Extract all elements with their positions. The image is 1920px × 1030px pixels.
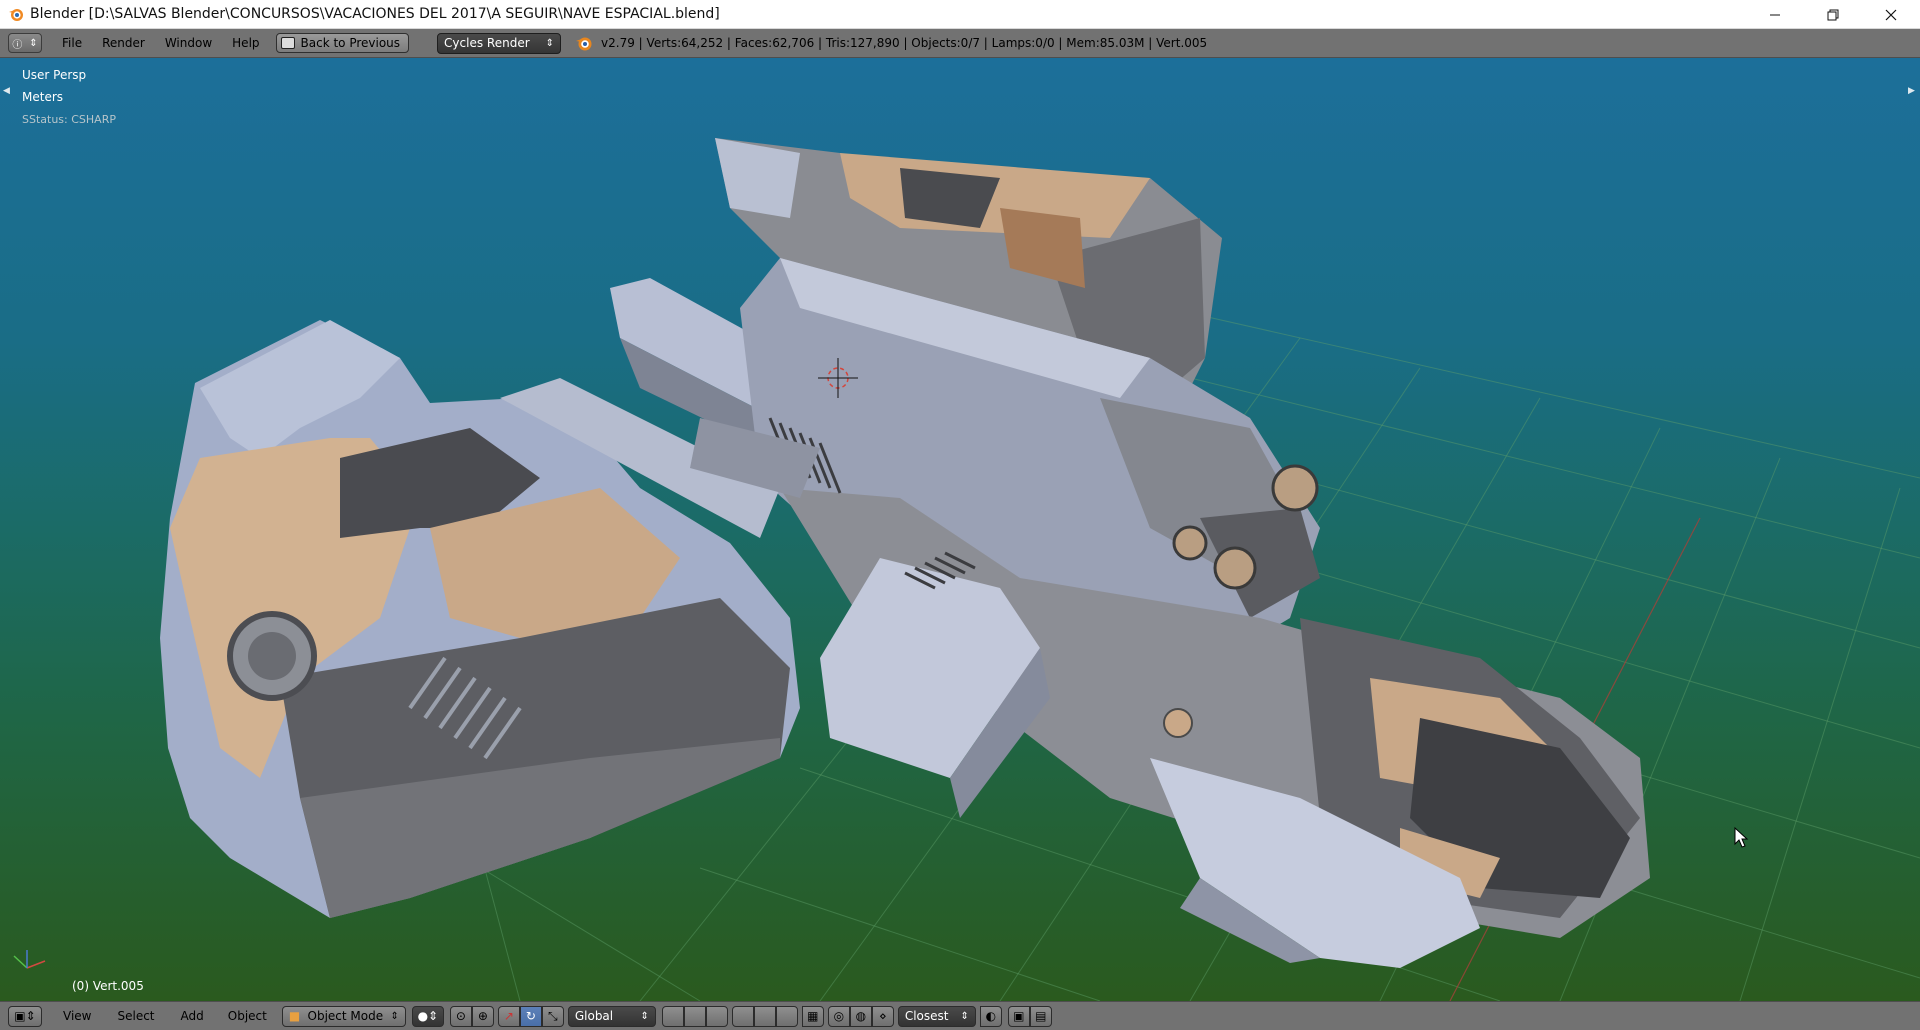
- snap-element-icon: ⋄: [879, 1009, 887, 1023]
- rotate-icon: ↻: [525, 1009, 536, 1023]
- snap-element-button[interactable]: ⋄: [871, 1005, 894, 1027]
- lock-icon: ▦: [807, 1009, 819, 1023]
- snap-toggle-button[interactable]: ◍: [849, 1005, 872, 1027]
- render-animation-button[interactable]: ▤: [1029, 1005, 1052, 1027]
- layer-button-6[interactable]: [775, 1005, 798, 1027]
- properties-toggle-icon[interactable]: ▶: [1908, 86, 1918, 96]
- window-title: Blender [D:\SALVAS Blender\CONCURSOS\VAC…: [30, 6, 720, 22]
- menu-render[interactable]: Render: [92, 29, 155, 58]
- magnet-icon: ◍: [855, 1009, 867, 1023]
- scale-manipulator-button[interactable]: ⤡: [541, 1005, 564, 1027]
- menu-window[interactable]: Window: [155, 29, 222, 58]
- window-titlebar: Blender [D:\SALVAS Blender\CONCURSOS\VAC…: [0, 0, 1920, 29]
- chevron-updown-icon: ⇕: [390, 1010, 399, 1022]
- pivot-icon: ⊙: [455, 1009, 466, 1023]
- status-label: SStatus: CSHARP: [22, 113, 116, 126]
- menu-add[interactable]: Add: [172, 1009, 213, 1023]
- info-icon: ⓘ: [12, 39, 23, 51]
- toolshelf-toggle-icon[interactable]: ◀: [3, 86, 13, 96]
- orientation-select[interactable]: Global ⇕: [567, 1005, 656, 1027]
- align-rotation-button[interactable]: ◐: [979, 1005, 1002, 1027]
- mode-select[interactable]: ■ Object Mode ⇕: [281, 1005, 406, 1027]
- render-layer-lock-button[interactable]: ▦: [801, 1005, 824, 1027]
- restore-icon: [1827, 9, 1839, 20]
- chevron-updown-icon: ⇕: [640, 1010, 649, 1022]
- minimize-icon: [1770, 14, 1780, 15]
- minimize-button[interactable]: [1746, 0, 1804, 29]
- active-object-label: (0) Vert.005: [72, 979, 144, 993]
- view-name: User Persp: [22, 68, 87, 82]
- render-engine-select[interactable]: Cycles Render ⇕: [437, 32, 562, 54]
- translate-manipulator-button[interactable]: ↗: [497, 1005, 520, 1027]
- manipulator-toggle-button[interactable]: ⊕: [471, 1005, 494, 1027]
- align-icon: ◐: [985, 1009, 997, 1023]
- editor-type-selector[interactable]: ▣⇕: [8, 1005, 42, 1027]
- film-icon: ▤: [1035, 1009, 1047, 1023]
- layer-button-3[interactable]: [705, 1005, 728, 1027]
- pivot-point-button[interactable]: ⊙: [449, 1005, 472, 1027]
- translate-icon: ↗: [503, 1009, 514, 1023]
- orientation-label: Global: [574, 1009, 614, 1023]
- mouse-pointer-icon: [1734, 826, 1749, 848]
- snap-target-select[interactable]: Closest ⇕: [897, 1005, 976, 1027]
- blender-logo-icon: [9, 9, 23, 21]
- snap-target-label: Closest: [904, 1009, 949, 1023]
- viewport-header: ▣⇕ View Select Add Object ■ Object Mode …: [0, 1001, 1920, 1030]
- manipulator-icon: ⊕: [477, 1009, 488, 1023]
- info-header: ⓘ ⇕ File Render Window Help Back to Previ…: [0, 29, 1920, 58]
- close-button[interactable]: [1862, 0, 1920, 29]
- layer-button-5[interactable]: [753, 1005, 776, 1027]
- object-mode-icon: ■: [288, 1009, 301, 1023]
- chevron-updown-icon: ⇕: [960, 1010, 969, 1022]
- camera-icon: ▣: [1013, 1009, 1025, 1023]
- 3d-viewport[interactable]: ◀ ▶ User Persp Meters SStatus: CSHARP (0…: [0, 58, 1920, 1001]
- render-engine-label: Cycles Render: [444, 36, 530, 50]
- menu-help[interactable]: Help: [222, 29, 269, 58]
- cube-view-icon: ▣⇕: [14, 1009, 36, 1023]
- proportional-edit-button[interactable]: ◎: [827, 1005, 850, 1027]
- menu-view[interactable]: View: [54, 1009, 100, 1023]
- render-opengl-button[interactable]: ▣: [1007, 1005, 1030, 1027]
- axis-gizmo-icon: [13, 950, 46, 969]
- scene-stats: v2.79 | Verts:64,252 | Faces:62,706 | Tr…: [601, 36, 1208, 50]
- back-to-previous-label: Back to Previous: [300, 36, 401, 50]
- editor-type-selector[interactable]: ⓘ ⇕: [8, 33, 42, 53]
- rotate-manipulator-button[interactable]: ↻: [519, 1005, 542, 1027]
- chevron-updown-icon: ⇕: [545, 37, 555, 49]
- mode-label: Object Mode: [307, 1009, 384, 1023]
- menu-object[interactable]: Object: [219, 1009, 276, 1023]
- viewport-scene: [13, 138, 1920, 1001]
- back-to-previous-button[interactable]: Back to Previous: [275, 33, 410, 53]
- menu-file[interactable]: File: [52, 29, 92, 58]
- menu-select[interactable]: Select: [108, 1009, 163, 1023]
- blender-logo-icon: [576, 37, 592, 51]
- layer-button-1[interactable]: [661, 1005, 684, 1027]
- scale-icon: ⤡: [548, 1008, 558, 1023]
- layer-button-2[interactable]: [683, 1005, 706, 1027]
- screen-icon: [280, 37, 295, 49]
- spaceship-model: [160, 138, 1650, 968]
- layer-button-4[interactable]: [731, 1005, 754, 1027]
- units-label: Meters: [22, 90, 64, 104]
- solid-shading-icon: ●⇕: [417, 1009, 439, 1023]
- close-icon: [1885, 9, 1897, 20]
- chevron-updown-icon: ⇕: [29, 37, 38, 49]
- restore-button[interactable]: [1804, 0, 1862, 29]
- shading-select[interactable]: ●⇕: [411, 1005, 444, 1027]
- proportional-icon: ◎: [833, 1009, 845, 1023]
